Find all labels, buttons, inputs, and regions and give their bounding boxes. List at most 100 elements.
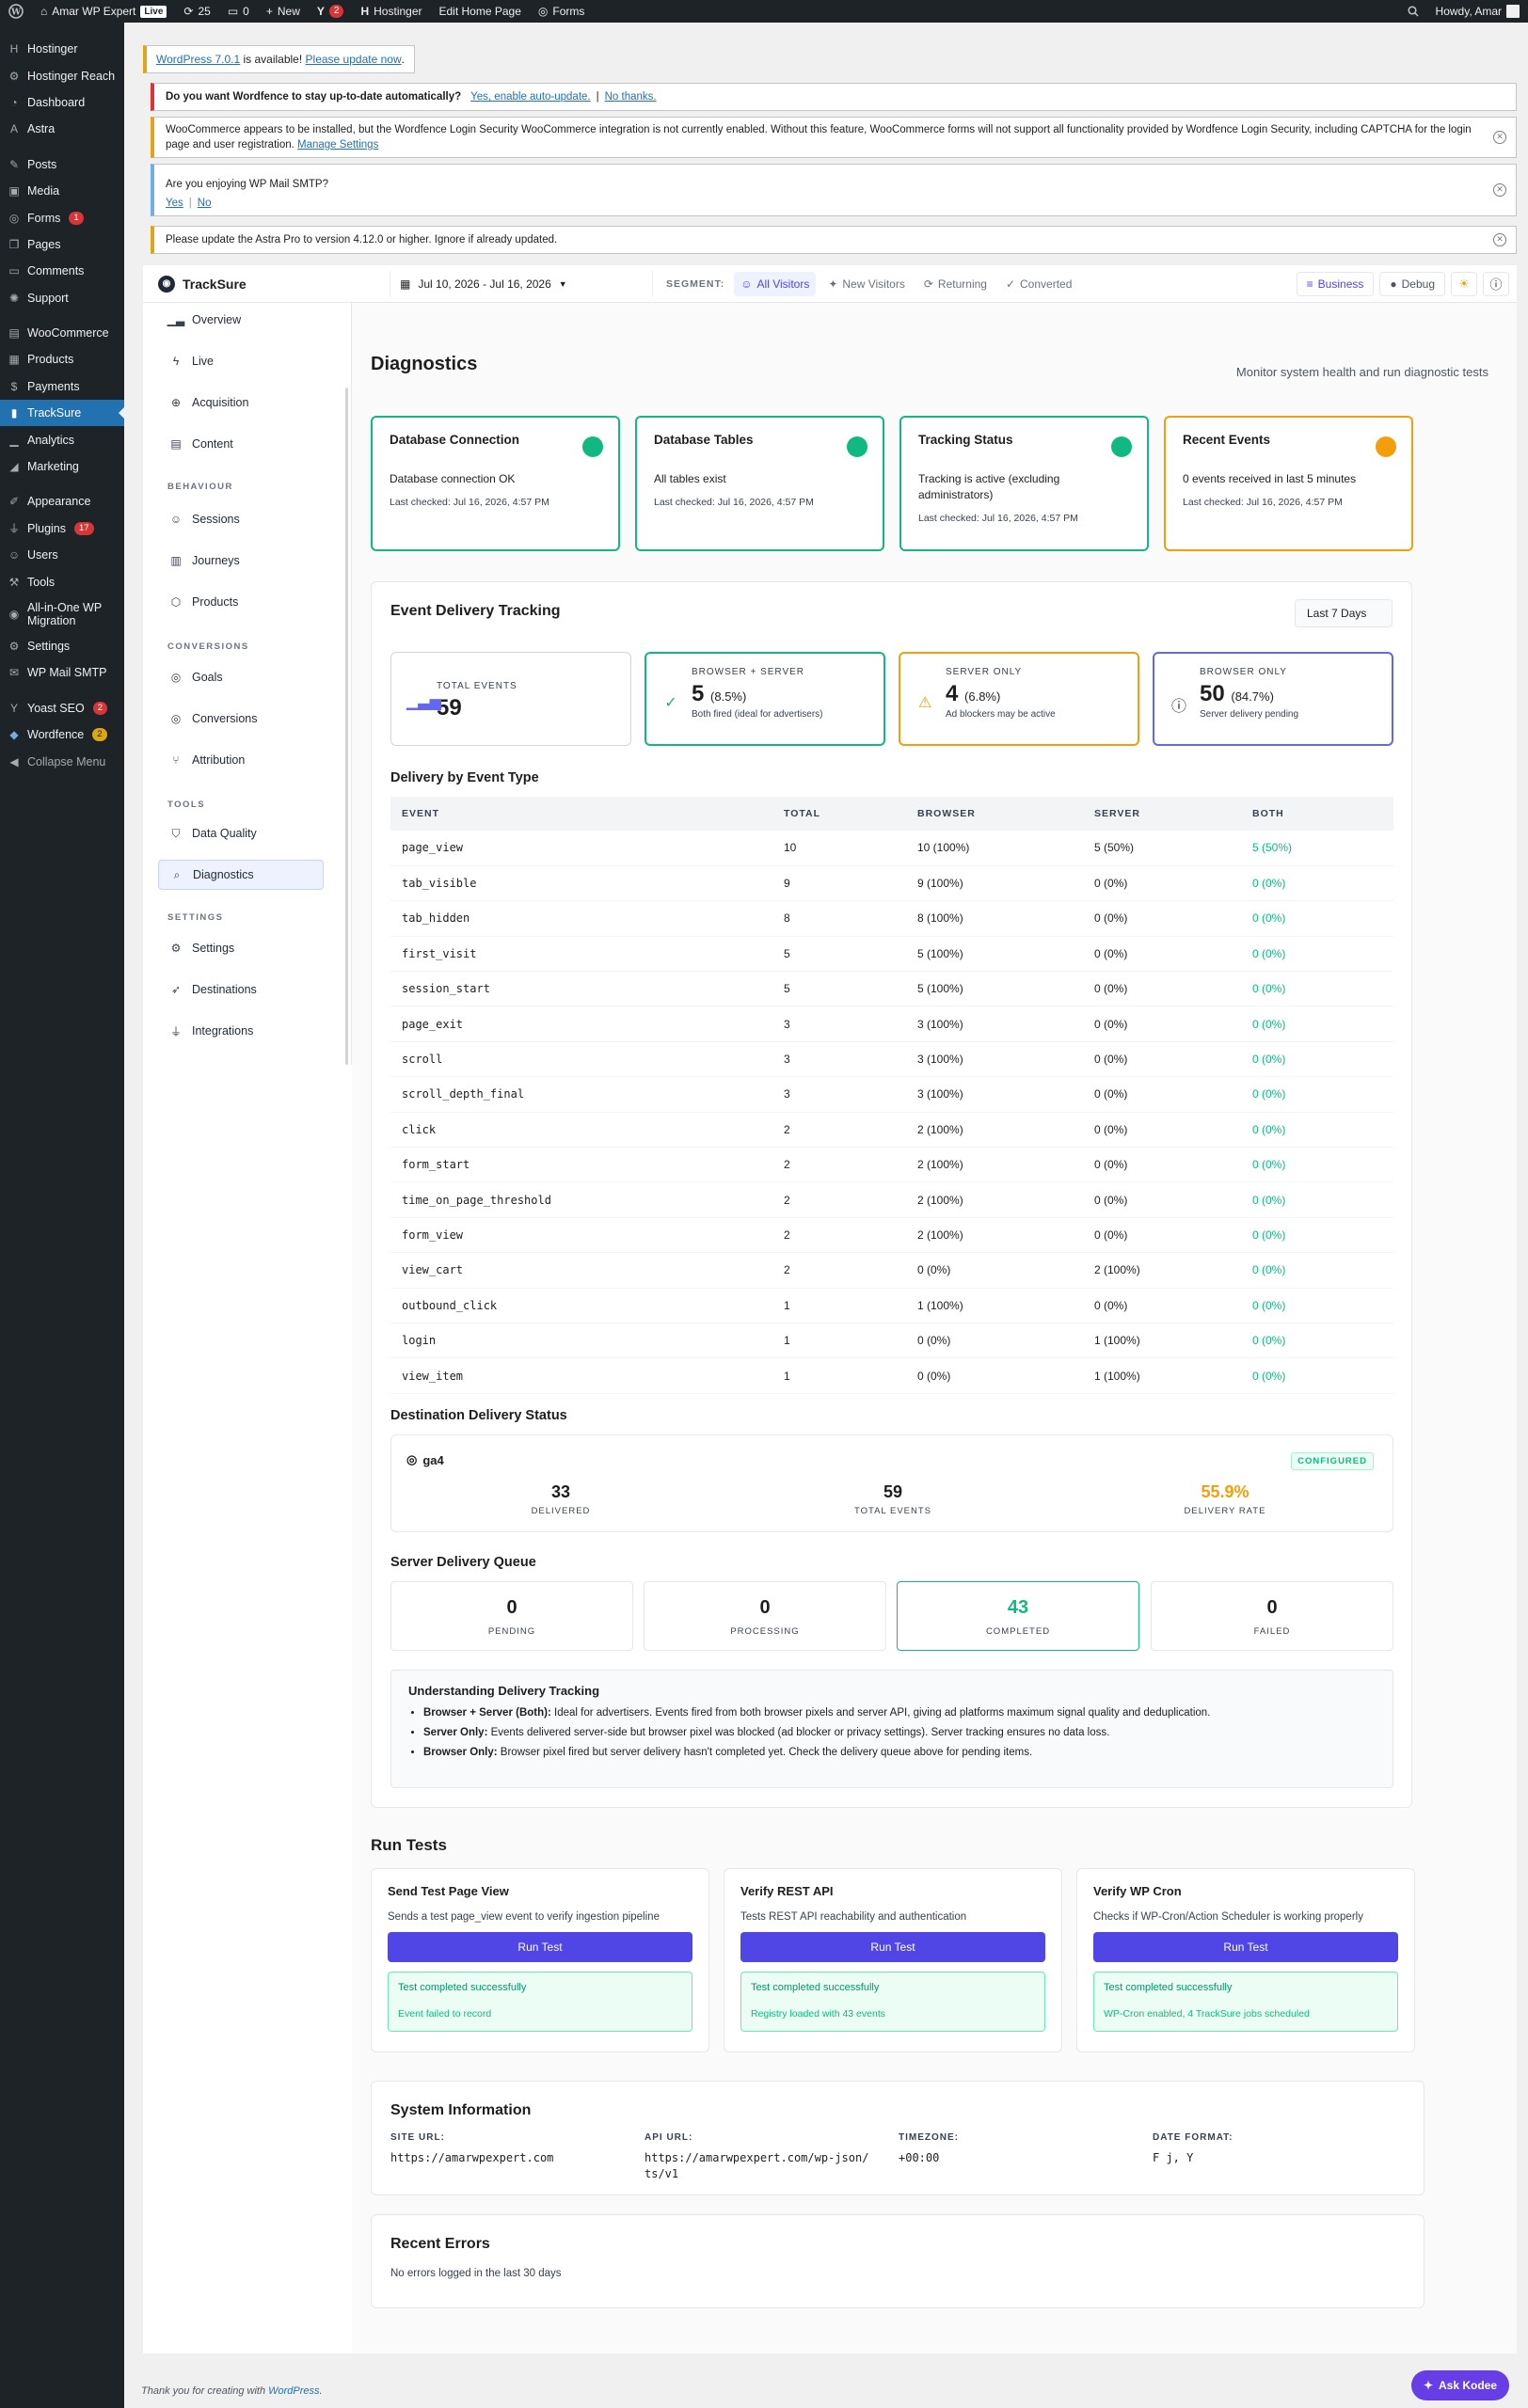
yoast-link[interactable]: Y 2	[309, 0, 353, 23]
enable-auto-update-link[interactable]: Yes, enable auto-update.	[470, 91, 590, 103]
sidebar-item-yoast[interactable]: Y Yoast SEO 2	[0, 695, 124, 721]
run-test-button[interactable]: Run Test	[740, 1932, 1045, 1962]
date-range-picker[interactable]: ▦ Jul 10, 2026 - Jul 16, 2026 ▼	[390, 270, 653, 297]
nav-content[interactable]: ▤ Content	[158, 429, 324, 459]
nav-goals[interactable]: ◎ Goals	[158, 662, 324, 692]
table-cell: 1	[772, 1288, 906, 1323]
table-cell: tab_hidden	[390, 900, 772, 937]
table-cell: 0 (0%)	[1241, 1076, 1393, 1113]
run-test-button[interactable]: Run Test	[1093, 1932, 1398, 1962]
comments-link[interactable]: ▭ 0	[219, 0, 258, 23]
sidebar-item-tracksure[interactable]: ▮ TrackSure	[0, 400, 124, 427]
no-thanks-link[interactable]: No thanks.	[605, 91, 657, 103]
sidebar-item-wp-mail-smtp[interactable]: ✉ WP Mail SMTP	[0, 659, 124, 686]
nav-live[interactable]: ϟ Live	[158, 346, 324, 376]
nav-data-quality[interactable]: ⛉ Data Quality	[158, 818, 324, 848]
table-cell: 3 (100%)	[906, 1006, 1083, 1042]
rocket-icon: ➶	[170, 983, 182, 996]
sidebar-item-pages[interactable]: ❐ Pages	[0, 231, 124, 258]
sidebar-item-posts[interactable]: ✎ Posts	[0, 151, 124, 178]
ask-kodee-button[interactable]: ✦ Ask Kodee	[1411, 2370, 1509, 2400]
avatar	[1506, 5, 1520, 18]
test-card-verify-wp-cron: Verify WP Cron Checks if WP-Cron/Action …	[1076, 1868, 1415, 2052]
update-now-link[interactable]: Please update now	[306, 53, 402, 66]
gear-icon: ⚙	[170, 942, 182, 955]
nav-overview[interactable]: ▁▃ Overview	[158, 305, 324, 335]
dismiss-notice-icon[interactable]: ✕	[1493, 183, 1506, 197]
sidebar-item-hostinger-reach[interactable]: ⚙ Hostinger Reach	[0, 62, 124, 88]
sidebar-item-marketing[interactable]: ◢ Marketing	[0, 453, 124, 480]
sidebar-item-hostinger[interactable]: H Hostinger	[0, 36, 124, 62]
manage-settings-link[interactable]: Manage Settings	[297, 139, 378, 150]
sidebar-item-dashboard[interactable]: ◔ Dashboard	[0, 89, 124, 116]
bug-icon: ●	[1390, 277, 1397, 291]
info-icon[interactable]: ⓘ	[1483, 271, 1509, 296]
run-test-button[interactable]: Run Test	[388, 1932, 692, 1962]
sidebar-item-woocommerce[interactable]: ▤ WooCommerce	[0, 320, 124, 346]
sidebar-item-support[interactable]: ✺ Support	[0, 285, 124, 311]
sidebar-item-plugins[interactable]: ⏚ Plugins 17	[0, 515, 124, 542]
wordpress-version-link[interactable]: WordPress 7.0.1	[156, 53, 240, 66]
account-menu[interactable]: Howdy, Amar	[1427, 0, 1528, 23]
check-circle-icon: ✓	[1005, 277, 1016, 291]
edit-page-link[interactable]: Edit Home Page	[431, 0, 530, 23]
sidebar-item-products[interactable]: ▦ Products	[0, 346, 124, 372]
sidebar-item-tools[interactable]: ⚒ Tools	[0, 568, 124, 594]
updates-link[interactable]: ⟳ 25	[175, 0, 218, 23]
sun-icon[interactable]: ☀	[1451, 271, 1477, 296]
sidebar-item-payments[interactable]: $ Payments	[0, 373, 124, 400]
segment-converted[interactable]: ✓ Converted	[999, 272, 1078, 296]
nav-journeys[interactable]: ▥ Journeys	[158, 546, 324, 576]
debug-mode-button[interactable]: ● Debug	[1379, 271, 1445, 296]
sidebar-item-forms[interactable]: ◎ Forms 1	[0, 204, 124, 230]
new-content-link[interactable]: + New	[258, 0, 309, 23]
wordpress-logo-icon[interactable]: W	[0, 0, 32, 23]
nav-diagnostics[interactable]: ⌕ Diagnostics	[158, 860, 324, 890]
sidebar-item-users[interactable]: ☺ Users	[0, 542, 124, 568]
dismiss-notice-icon[interactable]: ✕	[1493, 233, 1506, 246]
date-range-select[interactable]: Last 7 Days	[1295, 599, 1393, 627]
status-warning-indicator	[1376, 436, 1396, 457]
table-cell: scroll	[390, 1041, 772, 1078]
table-cell: 1 (100%)	[1083, 1323, 1241, 1359]
sidebar-item-wordfence[interactable]: ◆ Wordfence 2	[0, 721, 124, 748]
smtp-yes-link[interactable]: Yes	[166, 198, 183, 209]
nav-scrollbar[interactable]	[345, 388, 348, 1065]
nav-sessions[interactable]: ☺ Sessions	[158, 504, 324, 534]
status-ok-indicator	[1111, 436, 1132, 457]
nav-section-behaviour: BEHAVIOUR	[167, 482, 233, 492]
nav-products[interactable]: ⬡ Products	[158, 587, 324, 617]
collapse-menu-button[interactable]: ◀ Collapse Menu	[0, 748, 124, 774]
media-icon: ▣	[8, 184, 20, 198]
sidebar-item-appearance[interactable]: ✐ Appearance	[0, 488, 124, 515]
sidebar-item-astra[interactable]: A Astra	[0, 116, 124, 142]
table-cell: 8 (100%)	[906, 900, 1083, 937]
nav-conversions[interactable]: ◎ Conversions	[158, 704, 324, 734]
wordpress-link[interactable]: WordPress	[268, 2385, 319, 2397]
brush-icon: ✐	[8, 495, 20, 509]
nav-integrations[interactable]: ⏚ Integrations	[158, 1016, 324, 1046]
lightning-icon: ϟ	[172, 355, 180, 368]
pages-icon: ❐	[8, 237, 20, 251]
sidebar-item-comments[interactable]: ▭ Comments	[0, 258, 124, 284]
forms-link[interactable]: ◎ Forms	[530, 0, 593, 23]
nav-settings[interactable]: ⚙ Settings	[158, 933, 324, 963]
sidebar-item-settings[interactable]: ⚙ Settings	[0, 633, 124, 659]
segment-returning[interactable]: ⟳ Returning	[917, 272, 994, 296]
search-icon[interactable]	[1399, 0, 1427, 23]
nav-destinations[interactable]: ➶ Destinations	[158, 974, 324, 1005]
dismiss-notice-icon[interactable]: ✕	[1493, 131, 1506, 144]
table-cell: form_view	[390, 1217, 772, 1254]
sidebar-item-migration[interactable]: ◉ All-in-One WP Migration	[0, 595, 124, 633]
segment-all-visitors[interactable]: ☺ All Visitors	[734, 271, 817, 296]
segment-new-visitors[interactable]: ✦ New Visitors	[821, 272, 912, 296]
business-mode-button[interactable]: ≡ Business	[1296, 271, 1375, 296]
system-field: DATE FORMAT: F j, Y	[1153, 2132, 1234, 2164]
nav-attribution[interactable]: ⑂ Attribution	[158, 745, 324, 775]
site-name-link[interactable]: ⌂ Amar WP Expert Live	[32, 0, 175, 23]
nav-acquisition[interactable]: ⊕ Acquisition	[158, 388, 324, 418]
smtp-no-link[interactable]: No	[198, 198, 212, 209]
sidebar-item-media[interactable]: ▣ Media	[0, 178, 124, 204]
sidebar-item-analytics[interactable]: ▁ Analytics	[0, 426, 124, 452]
hostinger-link[interactable]: H Hostinger	[352, 0, 430, 23]
